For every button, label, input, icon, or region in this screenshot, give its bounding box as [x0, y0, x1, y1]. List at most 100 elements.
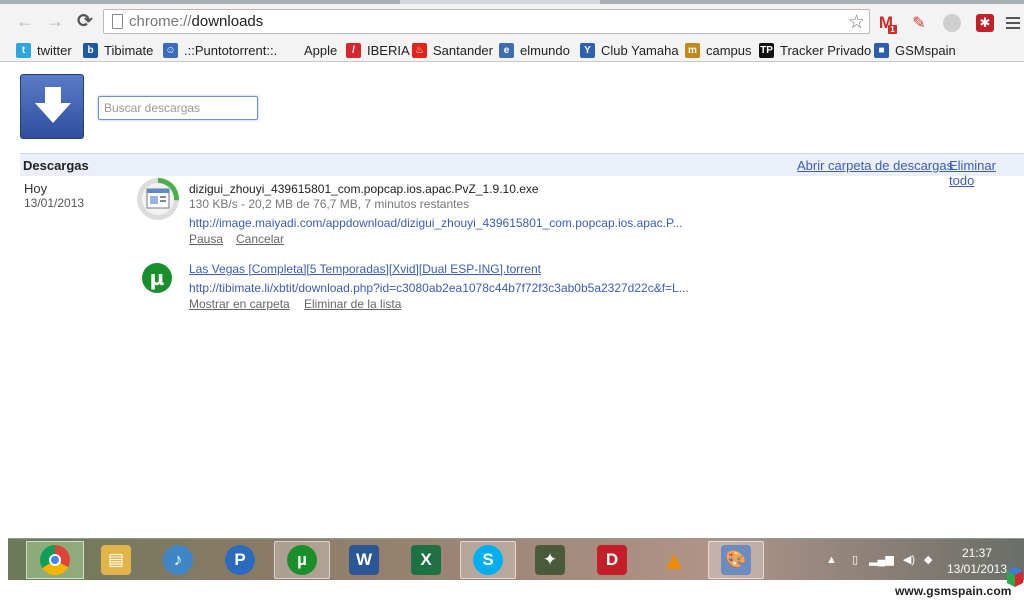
- taskbar-utorrent[interactable]: µ: [274, 541, 330, 579]
- yamaha-icon: Y: [580, 42, 595, 58]
- paint-taskbar-icon: 🎨: [721, 545, 751, 575]
- open-downloads-folder-link[interactable]: Abrir carpeta de descargas: [797, 158, 953, 173]
- forward-button[interactable]: →: [44, 10, 66, 32]
- clock-date: 13/01/2013: [946, 562, 1008, 576]
- taskbar-word[interactable]: W: [336, 541, 392, 579]
- bookmark-elmundo[interactable]: e elmundo: [499, 41, 570, 59]
- dropbox-icon[interactable]: ◆: [924, 554, 932, 566]
- bookmark-label: Santander: [433, 42, 493, 58]
- bookmark-label: twitter: [37, 42, 72, 58]
- iberia-icon: /: [346, 42, 361, 58]
- search-downloads-input[interactable]: [98, 96, 258, 120]
- volume-icon[interactable]: ◀): [903, 554, 915, 566]
- bookmark-tibimate[interactable]: b Tibimate: [83, 41, 153, 59]
- marker-extension-icon[interactable]: ✎: [909, 13, 929, 33]
- back-button[interactable]: ←: [14, 10, 36, 32]
- system-tray: ▲ ▯ ▂▄▆ ◀) ◆: [826, 553, 933, 566]
- show-hidden-icons-icon[interactable]: ▲: [826, 554, 837, 566]
- clock-time: 21:37: [961, 546, 993, 560]
- taskbar-vlc[interactable]: ▲: [646, 541, 702, 579]
- bookmark-campus[interactable]: m campus: [685, 41, 752, 59]
- pandora-taskbar-icon: P: [225, 545, 255, 575]
- utorrent-taskbar-icon: µ: [287, 545, 317, 575]
- twitter-icon: t: [16, 42, 31, 58]
- taskbar-skype[interactable]: S: [460, 541, 516, 579]
- skype-taskbar-icon: S: [473, 545, 503, 575]
- downloads-logo-icon: [20, 74, 84, 139]
- bookmark-gsmspain[interactable]: ■ GSMspain: [874, 41, 956, 59]
- download-filename-link[interactable]: Las Vegas [Completa][5 Temporadas][Xvid]…: [189, 262, 541, 276]
- tracker-icon: TP: [759, 42, 774, 58]
- address-url[interactable]: chrome://downloads: [129, 13, 263, 30]
- bookmark-tracker-privado[interactable]: TP Tracker Privado: [759, 41, 871, 59]
- taskbar-clock[interactable]: 21:37 13/01/2013: [937, 545, 1017, 577]
- bookmarks-bar: t twitter b Tibimate ☺ .::Puntotorrent::. A…: [0, 38, 1024, 62]
- lastpass-extension-icon[interactable]: ✱: [975, 13, 995, 33]
- download-status: 130 KB/s - 20,2 MB de 76,7 MB, 7 minutos…: [189, 197, 470, 211]
- taskbar-itunes[interactable]: ♪: [150, 541, 206, 579]
- taskbar-explorer[interactable]: ▤: [88, 541, 144, 579]
- taskbar-chrome[interactable]: [26, 541, 84, 579]
- pause-download-link[interactable]: Pausa: [189, 232, 223, 246]
- section-title: Descargas: [23, 158, 89, 173]
- gsmspain-cube-icon: [1007, 567, 1023, 587]
- reload-button[interactable]: ⟳: [74, 10, 96, 32]
- bookmark-label: Tracker Privado: [780, 42, 872, 58]
- url-path: downloads: [191, 13, 264, 30]
- date-group-date: 13/01/2013: [24, 196, 85, 210]
- windows-taskbar: ▤ ♪ P µ W X S ✦ D ▲ 🎨 ▲ ▯ ▂▄▆ ◀) ◆: [8, 538, 1024, 580]
- bookmark-label: Club Yamaha: [601, 42, 679, 58]
- tibimate-icon: b: [83, 42, 98, 58]
- browser-toolbar: ← → ⟳ chrome://downloads ☆ M1 ✎ ✱: [0, 4, 1024, 38]
- gmail-unread-badge: 1: [888, 25, 897, 34]
- bookmark-label: GSMspain: [895, 42, 956, 58]
- bookmark-star-icon[interactable]: ☆: [848, 11, 865, 34]
- bookmark-iberia[interactable]: / IBERIA: [346, 41, 410, 59]
- taskbar-game[interactable]: ✦: [522, 541, 578, 579]
- bookmark-label: IBERIA: [367, 42, 410, 58]
- download-source-url[interactable]: http://tibimate.li/xbtit/download.php?id…: [189, 281, 689, 295]
- download-filename: dizigui_zhouyi_439615801_com.popcap.ios.…: [189, 182, 539, 196]
- santander-icon: ♨: [412, 42, 427, 58]
- utorrent-file-icon: µ: [142, 263, 172, 293]
- apple-icon: [283, 43, 298, 58]
- bookmark-label: Apple: [304, 42, 338, 58]
- reload-icon: ⟳: [77, 10, 93, 32]
- chrome-menu-icon[interactable]: [1006, 17, 1020, 32]
- network-signal-icon[interactable]: ▂▄▆: [869, 554, 894, 566]
- bookmark-apple[interactable]: Apple: [283, 41, 337, 59]
- bookmark-twitter[interactable]: t twitter: [16, 41, 72, 59]
- downloads-section-bar: Descargas Abrir carpeta de descargas Eli…: [20, 153, 1024, 188]
- forward-arrow-icon: →: [46, 10, 64, 31]
- gsmspain-icon: ■: [874, 42, 889, 58]
- taskbar-paint[interactable]: 🎨: [708, 541, 764, 579]
- remove-from-list-link[interactable]: Eliminar de la lista: [304, 297, 401, 311]
- cancel-download-link[interactable]: Cancelar: [236, 232, 284, 246]
- taskbar-excel[interactable]: X: [398, 541, 454, 579]
- word-taskbar-icon: W: [349, 545, 379, 575]
- exe-file-progress-icon: [135, 176, 181, 222]
- bookmark-santander[interactable]: ♨ Santander: [412, 41, 493, 59]
- show-in-folder-link[interactable]: Mostrar en carpeta: [189, 297, 290, 311]
- taskbar-daemon-tools[interactable]: D: [584, 541, 640, 579]
- game-taskbar-icon: ✦: [535, 545, 565, 575]
- bookmark-label: elmundo: [520, 42, 570, 58]
- address-bar[interactable]: chrome://downloads ☆: [103, 9, 870, 34]
- date-group-label: Hoy: [24, 181, 48, 196]
- bookmark-puntotorrent[interactable]: ☺ .::Puntotorrent::.: [163, 41, 277, 59]
- taskbar-pandora[interactable]: P: [212, 541, 268, 579]
- bookmark-club-yamaha[interactable]: Y Club Yamaha: [580, 41, 679, 59]
- bookmark-label: .::Puntotorrent::.: [184, 42, 278, 58]
- bookmark-label: campus: [706, 42, 752, 58]
- url-scheme: chrome://: [129, 13, 192, 30]
- disabled-extension-icon[interactable]: [942, 13, 962, 33]
- download-arrow-icon: [35, 87, 71, 123]
- gmail-extension-icon[interactable]: M1: [876, 13, 897, 34]
- file-explorer-taskbar-icon: ▤: [101, 545, 131, 575]
- elmundo-icon: e: [499, 42, 514, 58]
- bookmark-label: Tibimate: [104, 42, 154, 58]
- daemon-tools-taskbar-icon: D: [597, 545, 627, 575]
- clear-all-link[interactable]: Eliminar todo: [949, 158, 1024, 188]
- download-source-url[interactable]: http://image.maiyadi.com/appdownload/diz…: [189, 216, 682, 230]
- battery-icon[interactable]: ▯: [852, 554, 858, 566]
